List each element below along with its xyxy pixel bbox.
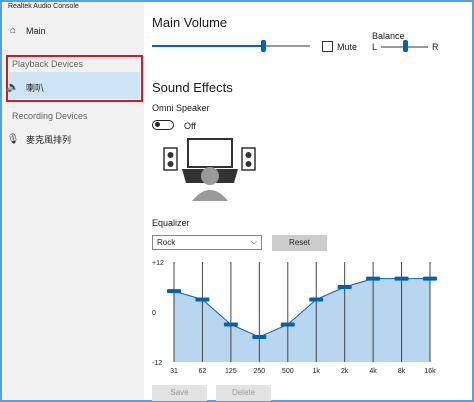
eq-band-label: 250 (253, 368, 265, 375)
eq-band-thumb[interactable] (252, 335, 267, 339)
eq-curve-area (174, 278, 430, 362)
eq-band-label: 2k (341, 368, 349, 375)
main-panel: Main Volume Mute Balance L R Sound Effec… (150, 0, 472, 401)
balance-left-label: L (372, 42, 378, 52)
omni-speaker-toggle[interactable] (152, 120, 174, 130)
balance-slider-thumb[interactable] (402, 40, 408, 52)
microphone-icon: 🎙 (6, 134, 20, 145)
balance-label: Balance (372, 31, 405, 41)
sound-effects-title: Sound Effects (152, 80, 233, 95)
save-button: Save (152, 385, 207, 401)
playback-devices-heading: Playback Devices (12, 59, 84, 69)
eq-band-thumb[interactable] (423, 276, 437, 281)
mute-checkbox[interactable] (322, 41, 333, 52)
sidebar-item-main-label: Main (26, 25, 46, 36)
chevron-down-icon: ⌵ (250, 237, 257, 246)
sidebar-item-microphone[interactable]: 🎙 麥克風排列 (6, 133, 142, 146)
eq-band-label: 500 (282, 368, 294, 375)
omni-speaker-state: Off (184, 121, 196, 131)
equalizer-preset-value: Rock (157, 238, 176, 247)
equalizer-title: Equalizer (152, 218, 190, 228)
eq-band-thumb[interactable] (223, 322, 238, 327)
window-title: Realtek Audio Console (8, 3, 79, 10)
balance-right-label: R (432, 42, 439, 52)
speaker-setup-illustration (163, 138, 256, 201)
mute-label: Mute (337, 42, 358, 52)
reset-button[interactable]: Reset (272, 235, 327, 251)
sidebar-item-speaker-label: 喇叭 (26, 83, 45, 93)
eq-band-thumb[interactable] (366, 276, 381, 281)
eq-y-tick-label: -12 (152, 360, 162, 367)
equalizer-preset-select[interactable]: Rock ⌵ (152, 235, 262, 250)
eq-y-tick-label: 0 (152, 310, 156, 317)
main-volume-title: Main Volume (152, 15, 228, 30)
eq-y-tick-label: +12 (152, 260, 164, 267)
volume-slider-thumb[interactable] (260, 40, 266, 52)
eq-band-label: 1k (313, 368, 321, 375)
eq-band-thumb[interactable] (394, 276, 409, 281)
delete-button: Delete (216, 385, 271, 401)
eq-band-label: 62 (199, 368, 207, 375)
speaker-icon: 🔈 (6, 82, 20, 93)
eq-band-label: 125 (225, 368, 237, 375)
eq-band-thumb[interactable] (337, 285, 352, 289)
sidebar-item-microphone-label: 麥克風排列 (26, 135, 72, 145)
sidebar: Realtek Audio Console ⌂ Main Playback De… (2, 2, 144, 400)
recording-devices-heading: Recording Devices (12, 111, 88, 121)
equalizer-chart: +12 0 -12 31 62 125 250 500 1k 2k 4k 8k 16k (152, 260, 437, 375)
eq-band-label: 16k (424, 368, 436, 375)
volume-slider-fill (152, 45, 263, 47)
eq-band-thumb[interactable] (195, 297, 210, 302)
eq-band-thumb[interactable] (309, 297, 324, 302)
sidebar-item-speaker[interactable]: 🔈 喇叭 (6, 81, 142, 94)
eq-band-thumb[interactable] (167, 289, 181, 294)
eq-band-label: 31 (170, 368, 178, 375)
eq-band-label: 4k (369, 368, 377, 375)
eq-band-label: 8k (398, 368, 406, 375)
home-icon: ⌂ (9, 25, 17, 36)
sidebar-item-main[interactable]: ⌂ Main (6, 25, 142, 36)
eq-band-thumb[interactable] (280, 322, 295, 327)
omni-speaker-label: Omni Speaker (152, 103, 210, 113)
